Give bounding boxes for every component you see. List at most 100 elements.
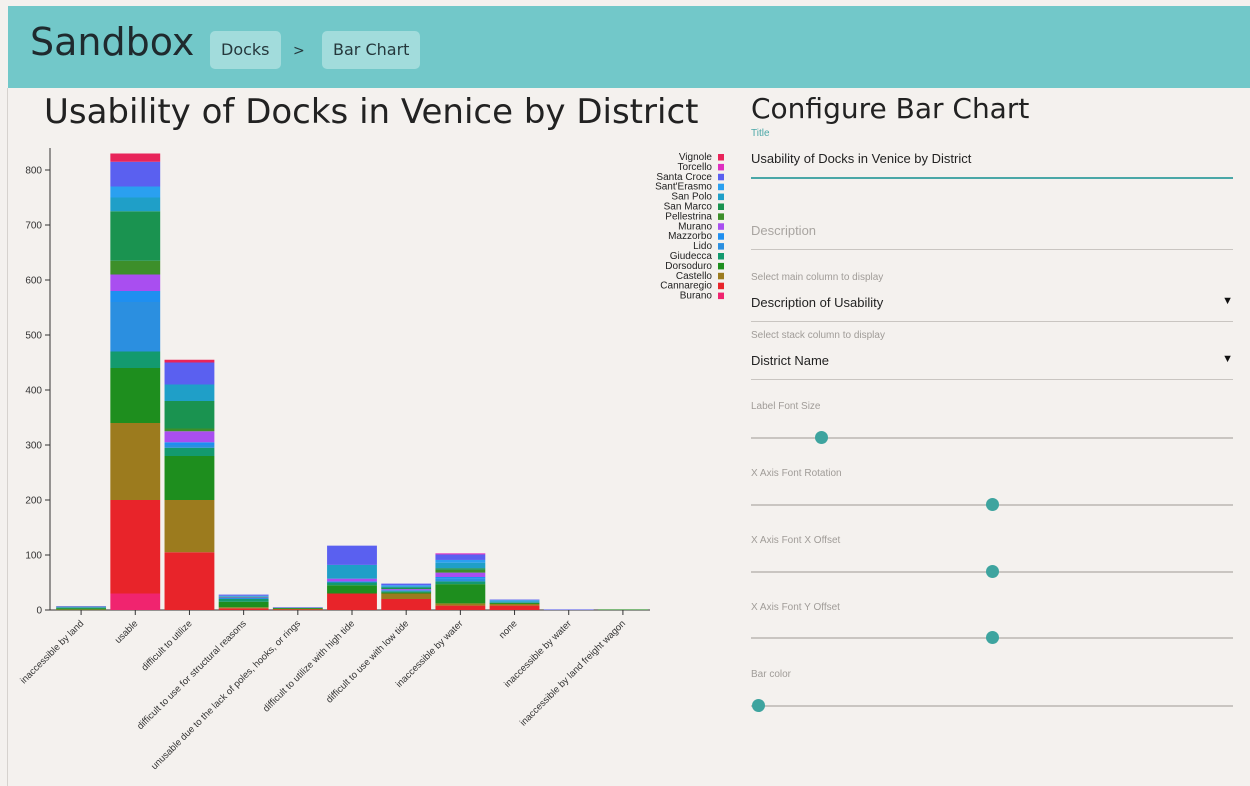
bar-segment [164, 431, 215, 443]
bar-segment [164, 456, 215, 500]
label-font-size-slider[interactable] [751, 431, 1233, 445]
description-input[interactable]: Description [751, 223, 1233, 238]
bar-segment [489, 605, 540, 610]
bar-segment [272, 607, 323, 609]
title-field-label: Title [751, 128, 770, 139]
main-column-select[interactable]: Description of Usability ▼ [751, 295, 1233, 310]
main-column-label: Select main column to display [751, 272, 884, 283]
slider-thumb[interactable] [986, 565, 999, 578]
breadcrumb-separator: > [293, 43, 305, 59]
bar-segment [381, 592, 432, 594]
bar-segment [435, 559, 486, 563]
slider-thumb[interactable] [752, 699, 766, 712]
bar-segment [381, 587, 432, 590]
legend-swatch [718, 154, 724, 161]
bar-color-slider[interactable] [751, 699, 1233, 713]
bar-segment [218, 597, 269, 598]
legend-swatch [718, 183, 724, 191]
chevron-down-icon: ▼ [1222, 353, 1233, 365]
bar-segment [381, 589, 432, 591]
bar-segment [164, 445, 215, 448]
x-tick-label: difficult to utilize [139, 618, 194, 673]
slider-label-bar-color: Bar color [751, 669, 792, 680]
bar-segment [110, 197, 161, 212]
description-input-underline [751, 249, 1233, 250]
bar-segment [218, 608, 269, 610]
bar-segment [489, 602, 540, 603]
slider-label-x-offset: X Axis Font X Offset [751, 535, 841, 546]
y-tick-label: 0 [36, 606, 42, 617]
bar-segment [381, 590, 432, 592]
y-tick-label: 500 [25, 331, 42, 342]
bar-segment [435, 562, 486, 569]
bar-segment [381, 591, 432, 593]
bar-segment [110, 211, 161, 261]
main-column-value: Description of Usability [751, 295, 884, 310]
bar-segment [110, 260, 161, 275]
bar-segment [164, 362, 215, 385]
bar-segment [543, 609, 594, 611]
bar-segment [110, 153, 161, 162]
bar-segment [164, 428, 215, 432]
bar-segment [218, 601, 269, 608]
bar-segment [327, 545, 377, 565]
x-axis-x-offset-slider[interactable] [751, 565, 1233, 579]
slider-thumb[interactable] [986, 631, 999, 644]
bar-segment [327, 581, 377, 583]
legend-swatch [718, 243, 724, 250]
stack-column-select[interactable]: District Name ▼ [751, 353, 1233, 368]
x-axis-y-offset-slider[interactable] [751, 631, 1233, 645]
bar-segment [164, 401, 215, 429]
legend-swatch [718, 282, 724, 290]
bar-segment [56, 609, 107, 611]
y-tick-label: 800 [25, 166, 42, 177]
bar-segment [110, 368, 161, 423]
bar-segment [272, 609, 323, 611]
bar-segment [218, 594, 269, 596]
bar-segment [110, 274, 161, 291]
slider-thumb[interactable] [814, 431, 828, 444]
legend-swatch [718, 272, 724, 280]
bar-segment [435, 578, 486, 582]
config-panel-title: Configure Bar Chart [751, 92, 1030, 125]
bar-segment [489, 601, 540, 603]
bar-segment [435, 584, 486, 604]
bar-segment [164, 442, 215, 445]
main-column-underline [751, 321, 1233, 322]
y-tick-label: 200 [25, 496, 42, 507]
bar-segment [327, 593, 377, 610]
bar-segment [56, 607, 107, 608]
bar-segment [272, 608, 323, 610]
bar-segment [164, 359, 215, 363]
stack-column-underline [751, 379, 1233, 380]
bar-segment [327, 585, 377, 594]
slider-label-font-size: Label Font Size [751, 401, 821, 412]
bar-segment [164, 552, 215, 610]
slider-label-y-offset: X Axis Font Y Offset [751, 602, 840, 613]
bar-segment [489, 602, 540, 604]
y-tick-label: 700 [25, 221, 42, 232]
bar-segment [56, 606, 107, 608]
bar-segment [110, 423, 161, 500]
bar-segment [218, 607, 269, 609]
legend-swatch [718, 203, 724, 210]
bar-segment [327, 564, 377, 579]
breadcrumb-bar-chart[interactable]: Bar Chart [322, 31, 421, 69]
bar-segment [435, 605, 486, 610]
x-axis-rotation-slider[interactable] [751, 498, 1233, 512]
bar-segment [327, 582, 377, 586]
bar-segment [110, 291, 161, 302]
bar-segment [327, 578, 377, 582]
bar-segment [164, 384, 215, 401]
bar-segment [489, 600, 540, 601]
bar-segment [381, 599, 432, 610]
legend-swatch [718, 223, 724, 230]
bar-segment [218, 597, 269, 599]
bar-segment [381, 583, 432, 586]
slider-thumb[interactable] [986, 498, 999, 511]
bar-segment [435, 581, 486, 585]
legend-swatch [718, 233, 724, 240]
bar-segment [110, 351, 161, 368]
breadcrumb-docks[interactable]: Docks [210, 31, 281, 69]
title-input[interactable]: Usability of Docks in Venice by District [751, 151, 1233, 166]
